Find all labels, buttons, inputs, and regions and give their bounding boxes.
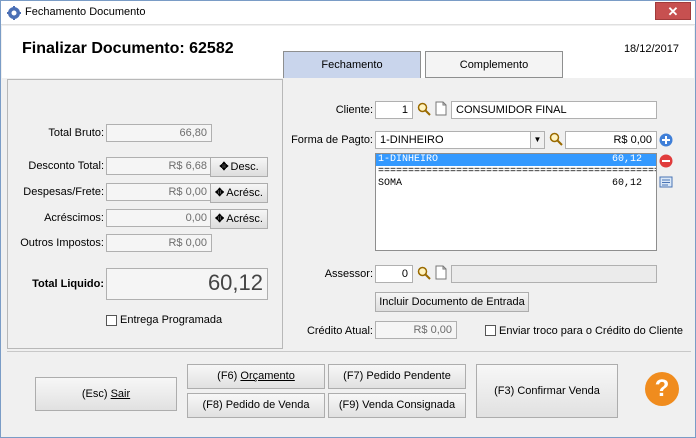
- cliente-label: Cliente:: [335, 104, 373, 116]
- enviar-troco-label: Enviar troco para o Crédito do Cliente: [499, 325, 684, 337]
- desconto-label: Desconto Total:: [28, 160, 104, 172]
- list-item-label: SOMA: [378, 178, 403, 189]
- total-liquido-field: 60,12: [106, 268, 268, 300]
- plus-icon: ✥: [215, 213, 225, 225]
- pedido-pendente-button[interactable]: (F7) Pedido Pendente: [328, 364, 466, 389]
- venda-consignada-button[interactable]: (F9) Venda Consignada: [328, 393, 466, 418]
- list-edit-icon[interactable]: [659, 175, 673, 189]
- despesas-acrescimo-label: Acrésc.: [226, 187, 263, 199]
- search-icon[interactable]: [417, 266, 431, 280]
- pagamentos-list[interactable]: 1-DINHEIRO 60,12 =======================…: [375, 153, 657, 251]
- acrescimos-button[interactable]: ✥ Acrésc.: [210, 209, 268, 229]
- cliente-code-input[interactable]: 1: [375, 101, 413, 119]
- total-bruto-label: Total Bruto:: [48, 127, 104, 139]
- window-title: Fechamento Documento: [25, 6, 146, 18]
- plus-icon: ✥: [219, 161, 229, 173]
- forma-pagto-selected: 1-DINHEIRO: [380, 134, 444, 146]
- despesas-field: R$ 0,00: [106, 183, 212, 201]
- venda-consignada-label: Venda Consignada: [362, 399, 456, 411]
- despesas-acrescimo-button[interactable]: ✥ Acrésc.: [210, 183, 268, 203]
- pedido-pendente-key: (F7): [343, 370, 367, 382]
- fechamento-panel: Cliente: 1 CONSUMIDOR FINAL Forma de Pag…: [283, 79, 691, 349]
- tab-fechamento-label: Fechamento: [321, 59, 383, 71]
- list-item[interactable]: ========================================…: [376, 166, 656, 178]
- incluir-documento-button[interactable]: Incluir Documento de Entrada: [375, 292, 529, 312]
- orcamento-button[interactable]: (F6) Orçamento: [187, 364, 325, 389]
- app-icon: [7, 6, 21, 20]
- orcamento-key: (F6): [217, 370, 241, 382]
- venda-consignada-key: (F9): [338, 399, 363, 411]
- assessor-name-field: [451, 265, 657, 283]
- acrescimos-label: Acréscimos:: [44, 212, 104, 224]
- assessor-label: Assessor:: [324, 268, 373, 280]
- forma-pagto-label: Forma de Pagto:: [291, 134, 373, 146]
- confirmar-venda-button[interactable]: (F3) Confirmar Venda: [476, 364, 618, 418]
- list-item[interactable]: SOMA 60,12: [376, 178, 656, 190]
- credito-atual-field: R$ 0,00: [375, 321, 457, 339]
- tab-complemento[interactable]: Complemento: [425, 51, 563, 78]
- search-icon[interactable]: [417, 102, 431, 116]
- pedido-pendente-label: Pedido Pendente: [366, 370, 451, 382]
- outros-impostos-field: R$ 0,00: [106, 234, 212, 252]
- tab-complemento-label: Complemento: [459, 59, 529, 71]
- desconto-button[interactable]: ✥ Desc.: [210, 157, 268, 177]
- outros-impostos-label: Outros Impostos:: [20, 237, 104, 249]
- despesas-label: Despesas/Frete:: [23, 186, 104, 198]
- totals-panel: Total Bruto: 66,80 Desconto Total: R$ 6,…: [7, 79, 283, 349]
- list-item[interactable]: 1-DINHEIRO 60,12: [376, 154, 656, 166]
- document-icon[interactable]: [435, 101, 447, 116]
- total-bruto-field: 66,80: [106, 124, 212, 142]
- help-icon[interactable]: ?: [645, 372, 679, 406]
- chevron-down-icon[interactable]: ▼: [530, 132, 544, 148]
- list-item-label: 1-DINHEIRO: [378, 154, 439, 165]
- list-item-value: 60,12: [611, 178, 642, 189]
- list-item-value: 60,12: [611, 154, 642, 165]
- confirmar-label: Confirmar Venda: [517, 385, 600, 397]
- acrescimos-field: 0,00: [106, 209, 212, 227]
- pedido-venda-button[interactable]: (F8) Pedido de Venda: [187, 393, 325, 418]
- document-date: 18/12/2017: [623, 43, 679, 55]
- close-button[interactable]: ✕: [655, 2, 691, 20]
- desconto-button-label: Desc.: [230, 161, 259, 173]
- tab-fechamento[interactable]: Fechamento: [283, 51, 421, 78]
- confirmar-key: (F3): [494, 385, 518, 397]
- entrega-programada-checkbox[interactable]: [106, 315, 117, 326]
- cliente-name-field[interactable]: CONSUMIDOR FINAL: [451, 101, 657, 119]
- credito-atual-label: Crédito Atual:: [306, 325, 373, 337]
- acrescimos-button-label: Acrésc.: [226, 213, 263, 225]
- sair-key: (Esc): [81, 388, 111, 400]
- pagto-amount-input[interactable]: R$ 0,00: [565, 131, 657, 149]
- assessor-code-input[interactable]: 0: [375, 265, 413, 283]
- remove-icon[interactable]: [659, 154, 673, 168]
- desconto-field: R$ 6,68: [106, 157, 212, 175]
- sair-button[interactable]: (Esc) Sair: [35, 377, 177, 411]
- plus-icon: ✥: [215, 187, 225, 199]
- pedido-venda-key: (F8): [202, 399, 226, 411]
- document-icon[interactable]: [435, 265, 447, 280]
- sair-label: Sair: [110, 388, 131, 400]
- enviar-troco-checkbox[interactable]: [485, 325, 496, 336]
- list-item-label: ========================================…: [378, 166, 656, 177]
- orcamento-label: Orçamento: [240, 370, 295, 382]
- pedido-venda-label: Pedido de Venda: [225, 399, 310, 411]
- add-icon[interactable]: [659, 133, 673, 147]
- entrega-programada-label: Entrega Programada: [120, 314, 223, 326]
- window: Fechamento Documento ✕ Finalizar Documen…: [0, 0, 696, 438]
- page-title: Finalizar Documento: 62582: [22, 40, 234, 57]
- action-bar: (Esc) Sair (F6) Orçamento (F8) Pedido de…: [7, 351, 691, 435]
- title-bar: Fechamento Documento ✕: [1, 1, 695, 25]
- search-icon[interactable]: [549, 132, 563, 146]
- forma-pagto-select[interactable]: 1-DINHEIRO ▼: [375, 131, 545, 149]
- total-liquido-label: Total Liquido:: [32, 278, 104, 290]
